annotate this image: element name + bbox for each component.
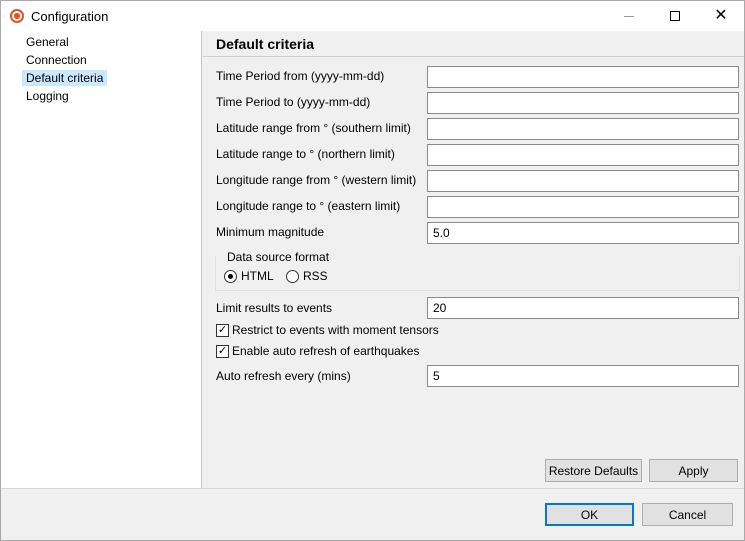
checkmark-icon: ✓ [216, 344, 229, 358]
sidebar-item-connection[interactable]: Connection [22, 52, 91, 68]
minimum-magnitude-label: Minimum magnitude [216, 225, 325, 239]
minimum-magnitude-input[interactable] [427, 222, 739, 244]
restrict-moment-checkbox[interactable]: ✓ Restrict to events with moment tensors [216, 323, 439, 337]
longitude-from-label: Longitude range from ° (western limit) [216, 173, 417, 187]
radio-checked-icon [224, 269, 237, 283]
longitude-to-input[interactable] [427, 196, 739, 218]
latitude-to-input[interactable] [427, 144, 739, 166]
close-button[interactable]: ✕ [698, 1, 744, 31]
close-icon: ✕ [714, 7, 728, 24]
longitude-from-input[interactable] [427, 170, 739, 192]
limit-results-input[interactable] [427, 297, 739, 319]
ok-button[interactable]: OK [545, 503, 634, 526]
sidebar-item-logging[interactable]: Logging [22, 88, 73, 104]
latitude-to-label: Latitude range to ° (northern limit) [216, 147, 395, 161]
radio-html-label: HTML [241, 269, 274, 283]
auto-refresh-every-input[interactable] [427, 365, 739, 387]
apply-button[interactable]: Apply [649, 459, 738, 482]
longitude-to-label: Longitude range to ° (eastern limit) [216, 199, 401, 213]
minimize-icon [624, 15, 634, 17]
latitude-from-input[interactable] [427, 118, 739, 140]
footer-divider [1, 488, 744, 489]
main-panel: Default criteria Time Period from (yyyy-… [203, 31, 744, 488]
sidebar: General Connection Default criteria Logg… [1, 31, 202, 488]
time-to-label: Time Period to (yyyy-mm-dd) [216, 95, 371, 109]
radio-html[interactable]: HTML [224, 269, 274, 283]
sidebar-item-default-criteria[interactable]: Default criteria [22, 70, 108, 86]
auto-refresh-checkbox[interactable]: ✓ Enable auto refresh of earthquakes [216, 344, 419, 358]
minimize-button[interactable] [606, 1, 652, 31]
auto-refresh-every-label: Auto refresh every (mins) [216, 369, 351, 383]
radio-rss-label: RSS [303, 269, 328, 283]
time-from-input[interactable] [427, 66, 739, 88]
restrict-moment-label: Restrict to events with moment tensors [232, 323, 439, 337]
data-source-legend: Data source format [225, 250, 332, 264]
title-bar: Configuration ✕ [1, 1, 744, 31]
radio-rss[interactable]: RSS [286, 269, 328, 283]
time-to-input[interactable] [427, 92, 739, 114]
sidebar-item-general[interactable]: General [22, 34, 73, 50]
window-title: Configuration [31, 9, 109, 24]
app-icon [10, 9, 24, 23]
radio-unchecked-icon [286, 269, 299, 283]
latitude-from-label: Latitude range from ° (southern limit) [216, 121, 411, 135]
checkmark-icon: ✓ [216, 323, 229, 337]
maximize-icon [670, 11, 680, 21]
configuration-window: Configuration ✕ General Connection Defau… [0, 0, 745, 541]
panel-title: Default criteria [216, 36, 315, 52]
panel-header: Default criteria [203, 31, 744, 57]
cancel-button[interactable]: Cancel [642, 503, 733, 526]
auto-refresh-label: Enable auto refresh of earthquakes [232, 344, 420, 358]
time-from-label: Time Period from (yyyy-mm-dd) [216, 69, 385, 83]
limit-results-label: Limit results to events [216, 301, 333, 315]
restore-defaults-button[interactable]: Restore Defaults [545, 459, 642, 482]
maximize-button[interactable] [652, 1, 698, 31]
